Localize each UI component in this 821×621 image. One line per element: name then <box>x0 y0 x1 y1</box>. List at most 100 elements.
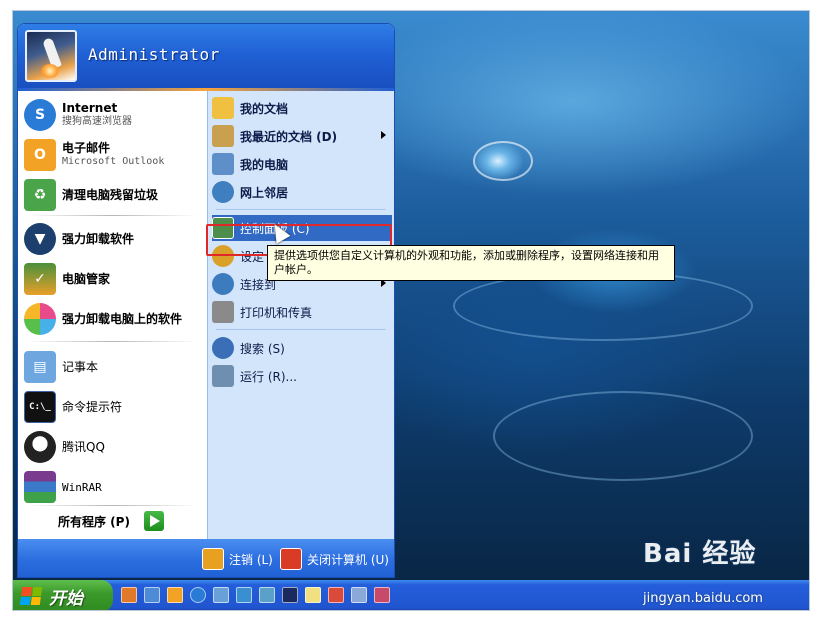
quick-launch-bar <box>121 587 397 603</box>
places-item-run[interactable]: 运行 (R)... <box>212 363 392 389</box>
recent-item-clover-uninstaller[interactable]: 强力卸载电脑上的软件 <box>24 301 204 337</box>
pinned-item-email[interactable]: O 电子邮件 Microsoft Outlook <box>24 137 204 173</box>
pc-manager-shield-icon: ✓ <box>24 263 56 295</box>
screenshot-frame: Administrator S Internet 搜狗高速浏览器 O 电子邮件 Mi… <box>12 10 810 611</box>
submenu-arrow-icon <box>381 131 386 139</box>
places-item-label: 打印机和传真 <box>240 305 313 320</box>
pinned-item-label: 电子邮件 <box>62 141 111 155</box>
places-item-printers[interactable]: 打印机和传真 <box>212 299 392 325</box>
sogou-icon[interactable] <box>190 587 206 603</box>
key-icon <box>202 548 224 570</box>
search-icon <box>212 337 234 359</box>
photoshop-icon[interactable] <box>282 587 298 603</box>
run-icon <box>212 365 234 387</box>
clover-icon <box>24 303 56 335</box>
power-icon <box>280 548 302 570</box>
arrow-right-icon <box>143 511 164 531</box>
watermark-brand: Bai 经验 <box>643 539 757 569</box>
taskbar: 开始 jingyan.baidu.com <box>13 580 809 610</box>
places-item-my-documents[interactable]: 我的文档 <box>212 95 392 121</box>
pinned-item-cleanup[interactable]: ♻ 清理电脑残留垃圾 <box>24 177 204 213</box>
program-item-label: 腾讯QQ <box>62 439 105 454</box>
start-menu-footer: 注销 (L) 关闭计算机 (U) <box>18 539 394 577</box>
printer-icon <box>212 301 234 323</box>
places-item-search[interactable]: 搜索 (S) <box>212 335 392 361</box>
menu-separator <box>26 215 198 216</box>
paint-icon[interactable] <box>328 587 344 603</box>
start-button[interactable]: 开始 <box>13 580 113 610</box>
system-tool-icon[interactable] <box>374 587 390 603</box>
notepad-icon: ▤ <box>24 351 56 383</box>
pinned-item-sublabel: Microsoft Outlook <box>62 156 165 167</box>
places-item-label: 运行 (R)... <box>240 369 297 384</box>
recycle-bin-icon: ♻ <box>24 179 56 211</box>
logoff-label: 注销 (L) <box>229 552 273 567</box>
outlook-icon: O <box>24 139 56 171</box>
notepad-tool-icon[interactable] <box>305 587 321 603</box>
places-item-label: 我的文档 <box>240 101 289 116</box>
network-icon <box>212 181 234 203</box>
menu-separator <box>216 329 386 330</box>
places-item-label: 网上邻居 <box>240 185 289 200</box>
program-item-label: 命令提示符 <box>62 399 123 414</box>
places-item-my-computer[interactable]: 我的电脑 <box>212 151 392 177</box>
water-ripple <box>453 271 753 341</box>
start-label: 开始 <box>49 588 83 609</box>
places-item-label: 我最近的文档 (D) <box>240 129 338 144</box>
menu-separator <box>26 341 198 342</box>
start-menu-header: Administrator <box>18 24 394 88</box>
menu-separator <box>216 209 386 210</box>
network-tool-icon[interactable] <box>259 587 275 603</box>
program-item-cmd[interactable]: C:\_ 命令提示符 <box>24 389 204 425</box>
recent-item-pc-manager[interactable]: ✓ 电脑管家 <box>24 261 204 297</box>
recent-item-label: 强力卸载电脑上的软件 <box>62 311 183 326</box>
recent-item-label: 强力卸载软件 <box>62 231 135 246</box>
user-avatar[interactable] <box>25 30 77 82</box>
control-panel-tooltip: 提供选项供您自定义计算机的外观和功能，添加或删除程序，设置网络连接和用户帐户。 <box>267 245 675 281</box>
grid-tool-icon[interactable] <box>351 587 367 603</box>
water-droplet <box>473 141 533 181</box>
qq-penguin-icon <box>24 431 56 463</box>
my-documents-icon <box>212 97 234 119</box>
user-name: Administrator <box>88 45 220 64</box>
pinned-item-label: 清理电脑残留垃圾 <box>62 187 159 202</box>
program-item-label: 记事本 <box>62 359 99 374</box>
pinned-item-label: Internet <box>62 101 118 115</box>
media-player-icon[interactable] <box>167 587 183 603</box>
program-item-label: WinRAR <box>62 480 102 494</box>
recent-item-label: 电脑管家 <box>62 271 111 286</box>
places-item-label: 我的电脑 <box>240 157 289 172</box>
start-menu: Administrator S Internet 搜狗高速浏览器 O 电子邮件 Mi… <box>17 23 395 578</box>
pinned-item-internet[interactable]: S Internet 搜狗高速浏览器 <box>24 97 204 133</box>
program-item-notepad[interactable]: ▤ 记事本 <box>24 349 204 385</box>
pinned-programs-panel: S Internet 搜狗高速浏览器 O 电子邮件 Microsoft Outloo… <box>18 91 207 539</box>
watermark-url: jingyan.baidu.com <box>643 591 763 606</box>
winrar-icon <box>24 471 56 503</box>
all-programs-label: 所有程序 (P) <box>58 514 130 529</box>
qq-icon[interactable] <box>236 587 252 603</box>
logoff-button[interactable]: 注销 (L) <box>202 548 273 570</box>
program-item-winrar[interactable]: WinRAR <box>24 469 204 505</box>
security-icon[interactable] <box>213 587 229 603</box>
my-computer-icon <box>212 153 234 175</box>
show-desktop-icon[interactable] <box>121 587 137 603</box>
connect-to-icon <box>212 273 234 295</box>
all-programs-button[interactable]: 所有程序 (P) <box>58 511 164 531</box>
shutdown-button[interactable]: 关闭计算机 (U) <box>280 548 389 570</box>
windows-logo-icon <box>19 587 43 605</box>
menu-separator <box>26 505 198 506</box>
sogou-browser-icon: S <box>24 99 56 131</box>
cmd-icon: C:\_ <box>24 391 56 423</box>
recent-item-uninstaller[interactable]: ▼ 强力卸载软件 <box>24 221 204 257</box>
places-item-network[interactable]: 网上邻居 <box>212 179 392 205</box>
program-item-qq[interactable]: 腾讯QQ <box>24 429 204 465</box>
ie-icon[interactable] <box>144 587 160 603</box>
water-ripple <box>493 391 753 481</box>
places-panel: 我的文档 我最近的文档 (D) 我的电脑 网上邻居 控制面板 (C) 设定 连接… <box>207 91 394 539</box>
pinned-item-sublabel: 搜狗高速浏览器 <box>62 116 132 127</box>
shutdown-label: 关闭计算机 (U) <box>307 552 389 567</box>
uninstaller-icon: ▼ <box>24 223 56 255</box>
places-item-label: 搜索 (S) <box>240 341 285 356</box>
recent-docs-icon <box>212 125 234 147</box>
places-item-recent-documents[interactable]: 我最近的文档 (D) <box>212 123 392 149</box>
